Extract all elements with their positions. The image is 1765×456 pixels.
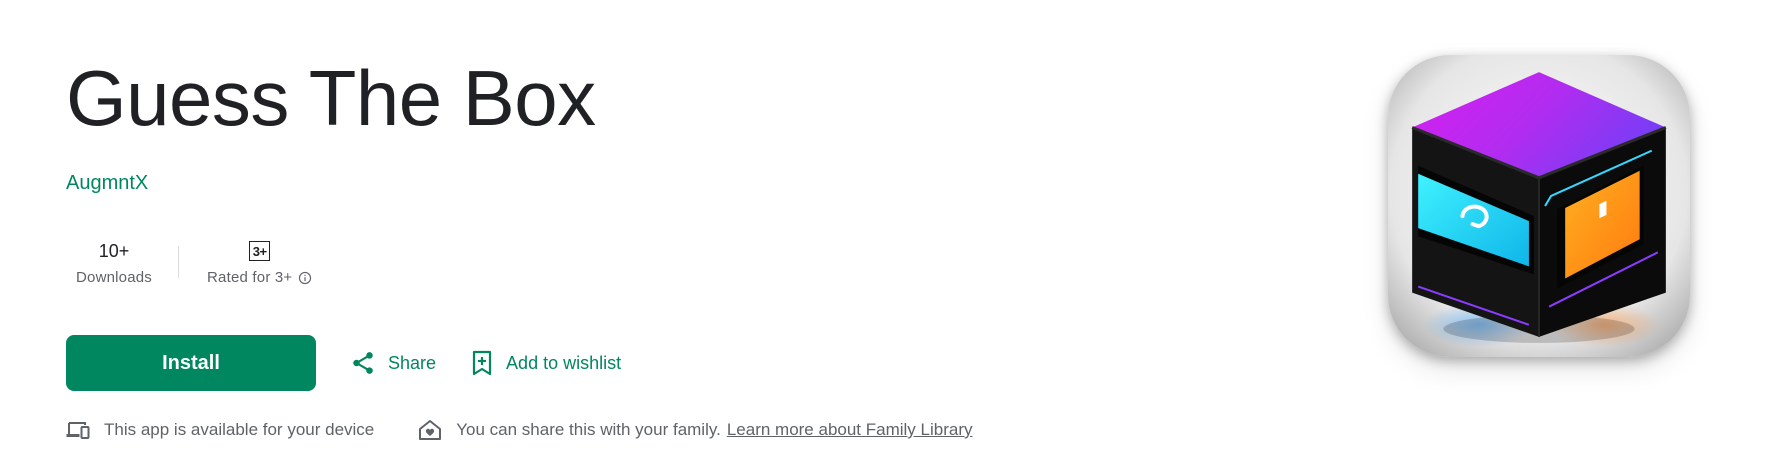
action-bar: Install Share Add to wishlist [66, 335, 629, 391]
add-to-wishlist-button[interactable]: Add to wishlist [462, 350, 629, 376]
share-button[interactable]: Share [342, 350, 444, 376]
install-button[interactable]: Install [66, 335, 316, 391]
share-label: Share [388, 352, 437, 373]
downloads-stat: 10+ Downloads [66, 238, 178, 287]
family-sharing: You can share this with your family. Lear… [418, 419, 973, 441]
devices-icon [66, 422, 90, 439]
device-availability: This app is available for your device [66, 420, 374, 440]
downloads-count: 10+ [98, 240, 130, 261]
developer-link[interactable]: AugmntX [66, 172, 148, 195]
app-stats: 10+ Downloads 3+ Rated for 3+ [66, 238, 322, 286]
availability-footer: This app is available for your device Yo… [66, 419, 973, 441]
info-icon[interactable] [298, 271, 312, 285]
downloads-label: Downloads [76, 269, 153, 286]
app-icon-artwork [1388, 55, 1690, 357]
content-rating-label: Rated for 3+ [207, 269, 293, 286]
family-library-link[interactable]: Learn more about Family Library [727, 420, 973, 439]
device-availability-text: This app is available for your device [104, 420, 375, 439]
family-sharing-text: You can share this with your family. [456, 420, 721, 439]
content-rating-stat[interactable]: 3+ Rated for 3+ [197, 238, 322, 286]
share-icon [353, 352, 373, 374]
content-rating-badge: 3+ [249, 241, 271, 261]
wishlist-label: Add to wishlist [506, 352, 622, 373]
app-title: Guess The Box [66, 54, 596, 142]
app-icon [1388, 55, 1690, 357]
family-home-icon [419, 420, 442, 440]
stat-divider [178, 246, 180, 278]
bookmark-add-icon [472, 350, 492, 376]
